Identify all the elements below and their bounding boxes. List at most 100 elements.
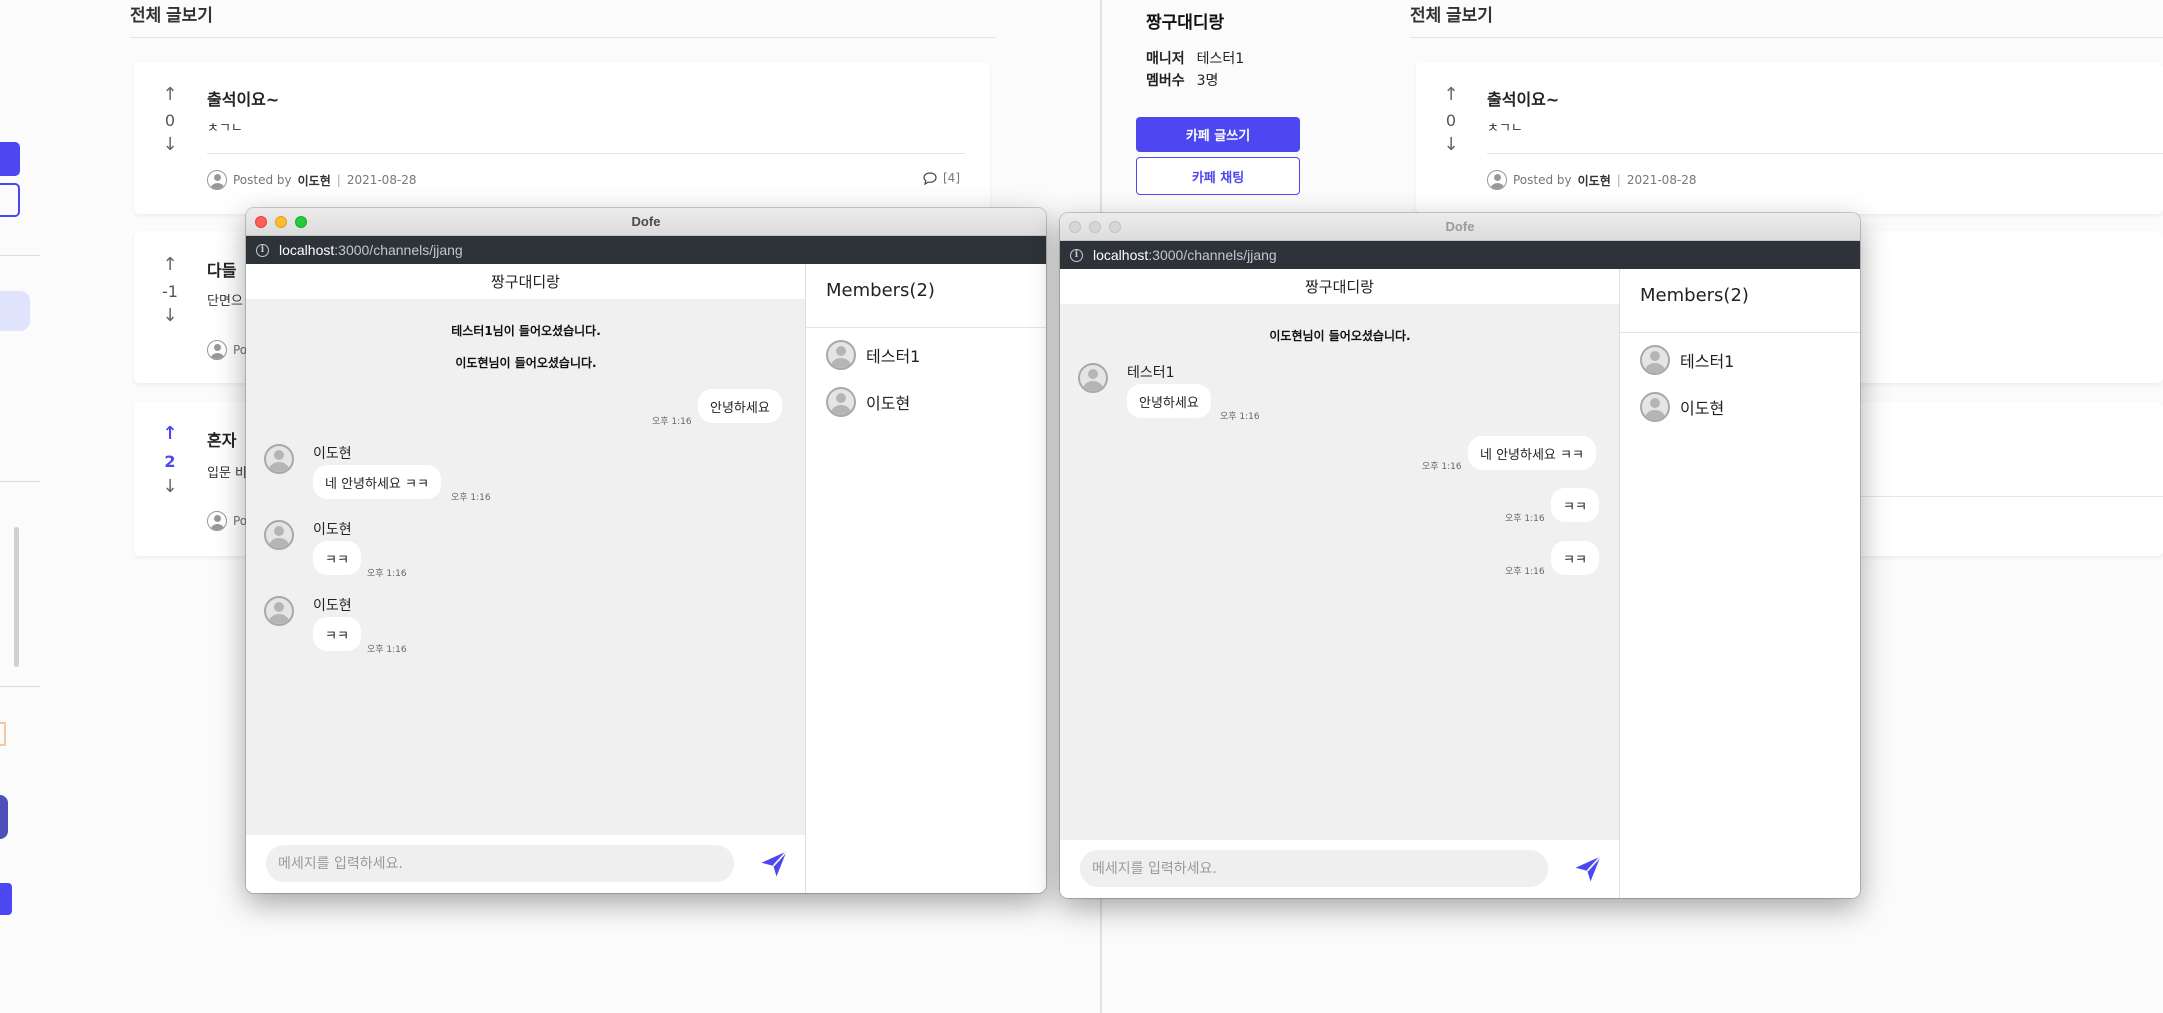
minimize-window-button[interactable] bbox=[1089, 221, 1101, 233]
user-avatar-icon bbox=[826, 340, 856, 370]
vote-count: 0 bbox=[1445, 111, 1457, 130]
message-time: 오후 1:16 bbox=[451, 493, 491, 503]
post-title[interactable]: 출석이요~ bbox=[1487, 86, 1559, 110]
arrow-down-icon[interactable]: ↓ bbox=[1441, 136, 1461, 154]
post-divider bbox=[1850, 496, 2163, 497]
address-bar[interactable]: i localhost:3000/channels/jjang bbox=[246, 236, 1046, 264]
url-text: localhost:3000/channels/jjang bbox=[1093, 247, 1277, 263]
close-window-button[interactable] bbox=[1069, 221, 1081, 233]
post-card[interactable] bbox=[134, 62, 990, 214]
user-avatar-icon bbox=[207, 511, 227, 531]
post-card[interactable] bbox=[1416, 62, 2163, 214]
comment-count[interactable]: [4] bbox=[923, 171, 960, 185]
arrow-up-icon[interactable]: ↑ bbox=[160, 86, 180, 104]
chat-window-1[interactable]: Dofe i localhost:3000/channels/jjang 짱구대… bbox=[246, 208, 1046, 893]
user-avatar-icon[interactable] bbox=[264, 444, 294, 474]
my-message: 네 안녕하세요 ㅋㅋ bbox=[1468, 436, 1596, 470]
my-message: ㅋㅋ bbox=[1551, 541, 1599, 575]
minimize-window-button[interactable] bbox=[275, 216, 287, 228]
post-date: 2021-08-28 bbox=[1626, 173, 1697, 187]
info-icon[interactable]: i bbox=[256, 243, 269, 257]
post-meta: Posted by 이도현 | 2021-08-28 bbox=[207, 170, 417, 190]
other-message: ㅋㅋ bbox=[313, 617, 361, 651]
post-title[interactable]: 혼자 bbox=[207, 427, 236, 451]
member-item[interactable]: 테스터1 bbox=[826, 340, 920, 370]
window-title: Dofe bbox=[631, 214, 661, 229]
manager-label: 매니저 bbox=[1146, 51, 1185, 67]
message-time: 오후 1:16 bbox=[367, 645, 407, 655]
composer bbox=[1060, 840, 1619, 898]
sidebar-scrollbar[interactable] bbox=[14, 527, 19, 667]
members-value: 3명 bbox=[1196, 73, 1219, 89]
paper-plane-icon[interactable] bbox=[1573, 854, 1603, 884]
member-item[interactable]: 이도현 bbox=[826, 387, 910, 417]
user-avatar-icon bbox=[1487, 170, 1507, 190]
user-avatar-icon bbox=[826, 387, 856, 417]
user-avatar-icon[interactable] bbox=[264, 520, 294, 550]
sidebar-outline-button[interactable] bbox=[0, 183, 20, 217]
member-item[interactable]: 테스터1 bbox=[1640, 345, 1734, 375]
sidebar-primary-button[interactable] bbox=[0, 142, 20, 176]
message-sender: 테스터1 bbox=[1127, 365, 1175, 381]
arrow-up-icon[interactable]: ↑ bbox=[1441, 86, 1461, 104]
post-title[interactable]: 출석이요~ bbox=[207, 86, 279, 110]
members-panel: Members(2) 테스터1 이도현 bbox=[1620, 269, 1860, 898]
window-titlebar[interactable]: Dofe bbox=[246, 208, 1046, 236]
post-card[interactable] bbox=[1850, 231, 2163, 383]
post-excerpt: ㅊㄱㄴ bbox=[207, 121, 243, 136]
chat-window-2[interactable]: Dofe i localhost:3000/channels/jjang 짱구대… bbox=[1060, 213, 1860, 898]
post-excerpt: 단면으 bbox=[207, 294, 243, 309]
post-author[interactable]: 이도현 bbox=[298, 172, 331, 189]
heading-divider bbox=[1410, 37, 2163, 38]
members-title: Members(2) bbox=[1640, 285, 1749, 306]
message-time: 오후 1:16 bbox=[1422, 462, 1462, 472]
arrow-down-icon[interactable]: ↓ bbox=[160, 307, 180, 325]
arrow-up-icon[interactable]: ↑ bbox=[160, 425, 180, 443]
post-card[interactable] bbox=[1850, 402, 2163, 556]
arrow-down-icon[interactable]: ↓ bbox=[160, 478, 180, 496]
arrow-down-icon[interactable]: ↓ bbox=[160, 136, 180, 154]
cafe-write-button[interactable]: 카페 글쓰기 bbox=[1136, 117, 1300, 152]
paper-plane-icon[interactable] bbox=[759, 849, 789, 879]
post-excerpt: 입문 비 bbox=[207, 466, 248, 481]
member-name: 테스터1 bbox=[866, 347, 921, 366]
member-item[interactable]: 이도현 bbox=[1640, 392, 1724, 422]
sidebar-badge bbox=[0, 722, 6, 746]
member-name: 이도현 bbox=[1680, 399, 1725, 418]
sidebar-active-item[interactable] bbox=[0, 291, 30, 331]
system-message: 이도현님이 들어오셨습니다. bbox=[455, 356, 597, 370]
page-heading: 전체 글보기 bbox=[1410, 6, 1493, 25]
vote-count: -1 bbox=[162, 282, 178, 301]
cafe-chat-button[interactable]: 카페 채팅 bbox=[1136, 157, 1300, 195]
message-sender: 이도현 bbox=[313, 446, 352, 462]
sidebar-divider bbox=[0, 686, 40, 687]
cafe-members-row: 멤버수 3명 bbox=[1146, 70, 1218, 90]
page-heading: 전체 글보기 bbox=[130, 6, 213, 25]
user-avatar-icon[interactable] bbox=[264, 596, 294, 626]
close-window-button[interactable] bbox=[255, 216, 267, 228]
members-divider bbox=[1620, 332, 1860, 333]
window-titlebar[interactable]: Dofe bbox=[1060, 213, 1860, 241]
sidebar-illustration bbox=[0, 795, 8, 839]
user-avatar-icon bbox=[1640, 392, 1670, 422]
post-author[interactable]: 이도현 bbox=[1578, 172, 1611, 189]
user-avatar-icon[interactable] bbox=[1078, 363, 1108, 393]
post-title[interactable]: 다들 bbox=[207, 257, 236, 281]
heading-divider bbox=[130, 37, 996, 38]
zoom-window-button[interactable] bbox=[1109, 221, 1121, 233]
message-input[interactable] bbox=[266, 845, 734, 882]
chat-panel: 짱구대디랑 테스터1님이 들어오셨습니다. 이도현님이 들어오셨습니다. 오후 … bbox=[246, 264, 806, 893]
arrow-up-icon[interactable]: ↑ bbox=[160, 256, 180, 274]
zoom-window-button[interactable] bbox=[295, 216, 307, 228]
cafe-manager-row: 매니저 테스터1 bbox=[1146, 48, 1244, 68]
window-title: Dofe bbox=[1445, 219, 1475, 234]
chat-room-title: 짱구대디랑 bbox=[1060, 269, 1619, 304]
address-bar[interactable]: i localhost:3000/channels/jjang bbox=[1060, 241, 1860, 269]
posted-by-label: Posted by bbox=[233, 173, 292, 187]
message-time: 오후 1:16 bbox=[367, 569, 407, 579]
info-icon[interactable]: i bbox=[1070, 248, 1083, 262]
members-label: 멤버수 bbox=[1146, 73, 1185, 89]
message-sender: 이도현 bbox=[313, 522, 352, 538]
sidebar-action-button[interactable] bbox=[0, 883, 12, 915]
message-input[interactable] bbox=[1080, 850, 1548, 887]
